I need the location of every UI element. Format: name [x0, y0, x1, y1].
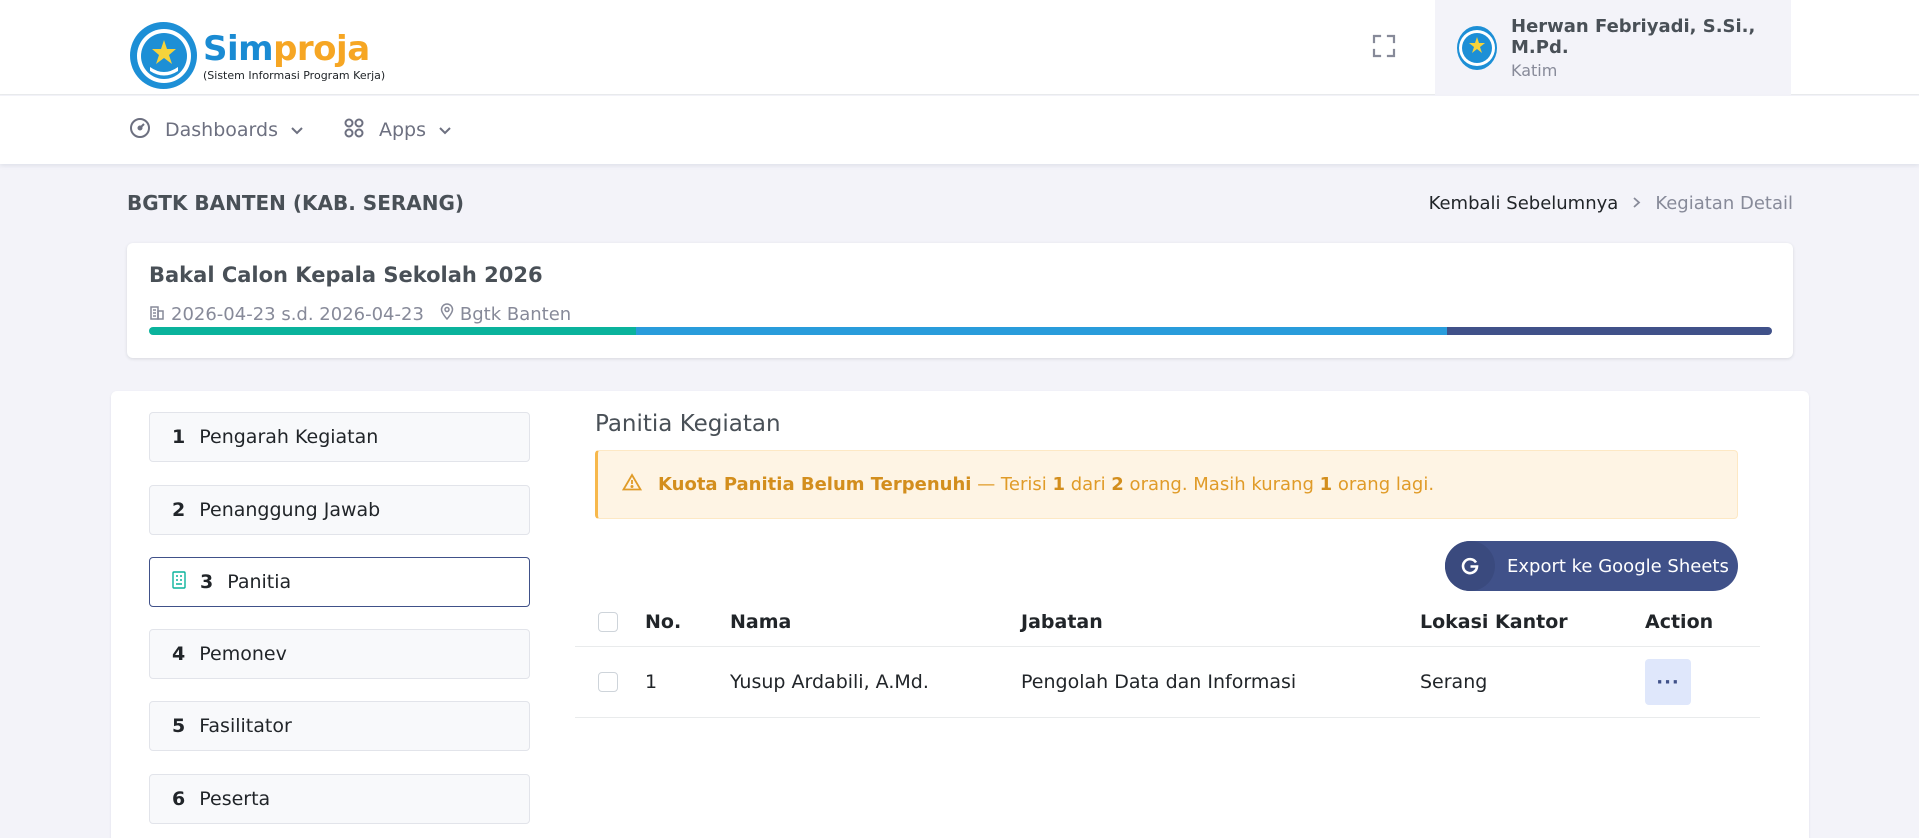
event-title: Bakal Calon Kepala Sekolah 2026 — [149, 263, 543, 287]
progress-segment-1 — [149, 327, 636, 335]
section-title: Panitia Kegiatan — [595, 411, 781, 437]
event-summary-card: Bakal Calon Kepala Sekolah 2026 2026-04-… — [127, 243, 1793, 358]
nav-dashboards[interactable]: Dashboards — [129, 96, 304, 164]
step-label: Fasilitator — [199, 715, 292, 737]
step-item-1[interactable]: 1 Pengarah Kegiatan — [149, 412, 530, 462]
row-checkbox[interactable] — [598, 672, 618, 692]
nav-apps[interactable]: Apps — [343, 96, 452, 164]
avatar — [1457, 25, 1497, 70]
step-item-5[interactable]: 5 Fasilitator — [149, 701, 530, 751]
column-header-nama: Nama — [730, 611, 792, 633]
apps-grid-icon — [343, 117, 365, 144]
step-item-6[interactable]: 6 Peserta — [149, 774, 530, 824]
dashboard-gauge-icon — [129, 117, 151, 144]
table-row: 1 Yusup Ardabili, A.Md. Pengolah Data da… — [575, 647, 1760, 718]
event-location: Bgtk Banten — [459, 303, 572, 325]
step-item-4[interactable]: 4 Pemonev — [149, 629, 530, 679]
step-label: Panitia — [227, 571, 292, 593]
select-all-checkbox[interactable] — [598, 612, 618, 632]
step-item-3[interactable]: 3 Panitia — [149, 557, 530, 607]
cell-no: 1 — [645, 671, 658, 693]
step-number: 6 — [172, 788, 186, 810]
alert-text: Kuota Panitia Belum Terpenuhi — Terisi 1… — [658, 474, 1435, 495]
user-profile-dropdown[interactable]: Herwan Febriyadi, S.Si., M.Pd. Katim — [1435, 0, 1791, 95]
step-number: 4 — [172, 643, 186, 665]
logo-title: Simproja — [203, 28, 370, 69]
event-meta: 2026-04-23 s.d. 2026-04-23 Bgtk Banten — [149, 303, 571, 325]
column-header-jabatan: Jabatan — [1021, 611, 1103, 633]
step-number: 2 — [172, 499, 186, 521]
event-progress-bar — [149, 327, 1772, 335]
google-icon — [1445, 541, 1495, 591]
document-icon — [172, 570, 186, 594]
breadcrumb-current: Kegiatan Detail — [1655, 193, 1793, 214]
main-nav: Dashboards Apps — [0, 96, 1919, 164]
column-header-no: No. — [645, 611, 682, 633]
export-button-label: Export ke Google Sheets — [1507, 555, 1729, 577]
nav-dashboards-label: Dashboards — [165, 119, 278, 141]
cell-jabatan: Pengolah Data dan Informasi — [1021, 671, 1297, 693]
quota-warning-alert: Kuota Panitia Belum Terpenuhi — Terisi 1… — [595, 450, 1738, 519]
step-label: Peserta — [199, 788, 271, 810]
chevron-down-icon — [438, 119, 452, 141]
chevron-down-icon — [290, 119, 304, 141]
page-title: BGTK BANTEN (KAB. SERANG) — [127, 191, 465, 215]
user-role: Katim — [1511, 60, 1558, 80]
warning-triangle-icon — [621, 473, 643, 496]
event-date-range: 2026-04-23 s.d. 2026-04-23 — [171, 303, 424, 325]
breadcrumb-back-link[interactable]: Kembali Sebelumnya — [1429, 193, 1619, 214]
map-pin-icon — [440, 303, 454, 325]
nav-apps-label: Apps — [379, 119, 427, 141]
step-number: 5 — [172, 715, 186, 737]
column-header-action: Action — [1645, 611, 1714, 633]
column-header-lokasi: Lokasi Kantor — [1420, 611, 1568, 633]
building-icon — [149, 304, 165, 325]
cell-lokasi: Serang — [1420, 671, 1488, 693]
user-name: Herwan Febriyadi, S.Si., M.Pd. — [1511, 15, 1756, 58]
progress-segment-2 — [635, 327, 1448, 335]
step-label: Penanggung Jawab — [199, 499, 381, 521]
table-header-row: No. Nama Jabatan Lokasi Kantor Action — [575, 598, 1760, 647]
chevron-right-icon — [1632, 193, 1641, 214]
step-label: Pemonev — [199, 643, 287, 665]
step-label: Pengarah Kegiatan — [199, 426, 379, 448]
step-number: 1 — [172, 426, 186, 448]
breadcrumb: Kembali Sebelumnya Kegiatan Detail — [1429, 193, 1793, 214]
top-header: Simproja (Sistem Informasi Program Kerja… — [0, 0, 1919, 95]
step-item-2[interactable]: 2 Penanggung Jawab — [149, 485, 530, 535]
export-google-sheets-button[interactable]: Export ke Google Sheets — [1445, 541, 1738, 591]
app-logo[interactable]: Simproja (Sistem Informasi Program Kerja… — [130, 22, 385, 89]
logo-subtitle: (Sistem Informasi Program Kerja) — [203, 68, 386, 82]
row-action-menu-button[interactable]: ··· — [1645, 659, 1691, 705]
step-number: 3 — [200, 571, 214, 593]
tut-wuri-handayani-emblem-icon — [130, 22, 197, 89]
progress-segment-3 — [1447, 327, 1772, 335]
fullscreen-icon[interactable] — [1372, 34, 1396, 58]
cell-nama: Yusup Ardabili, A.Md. — [730, 671, 929, 693]
